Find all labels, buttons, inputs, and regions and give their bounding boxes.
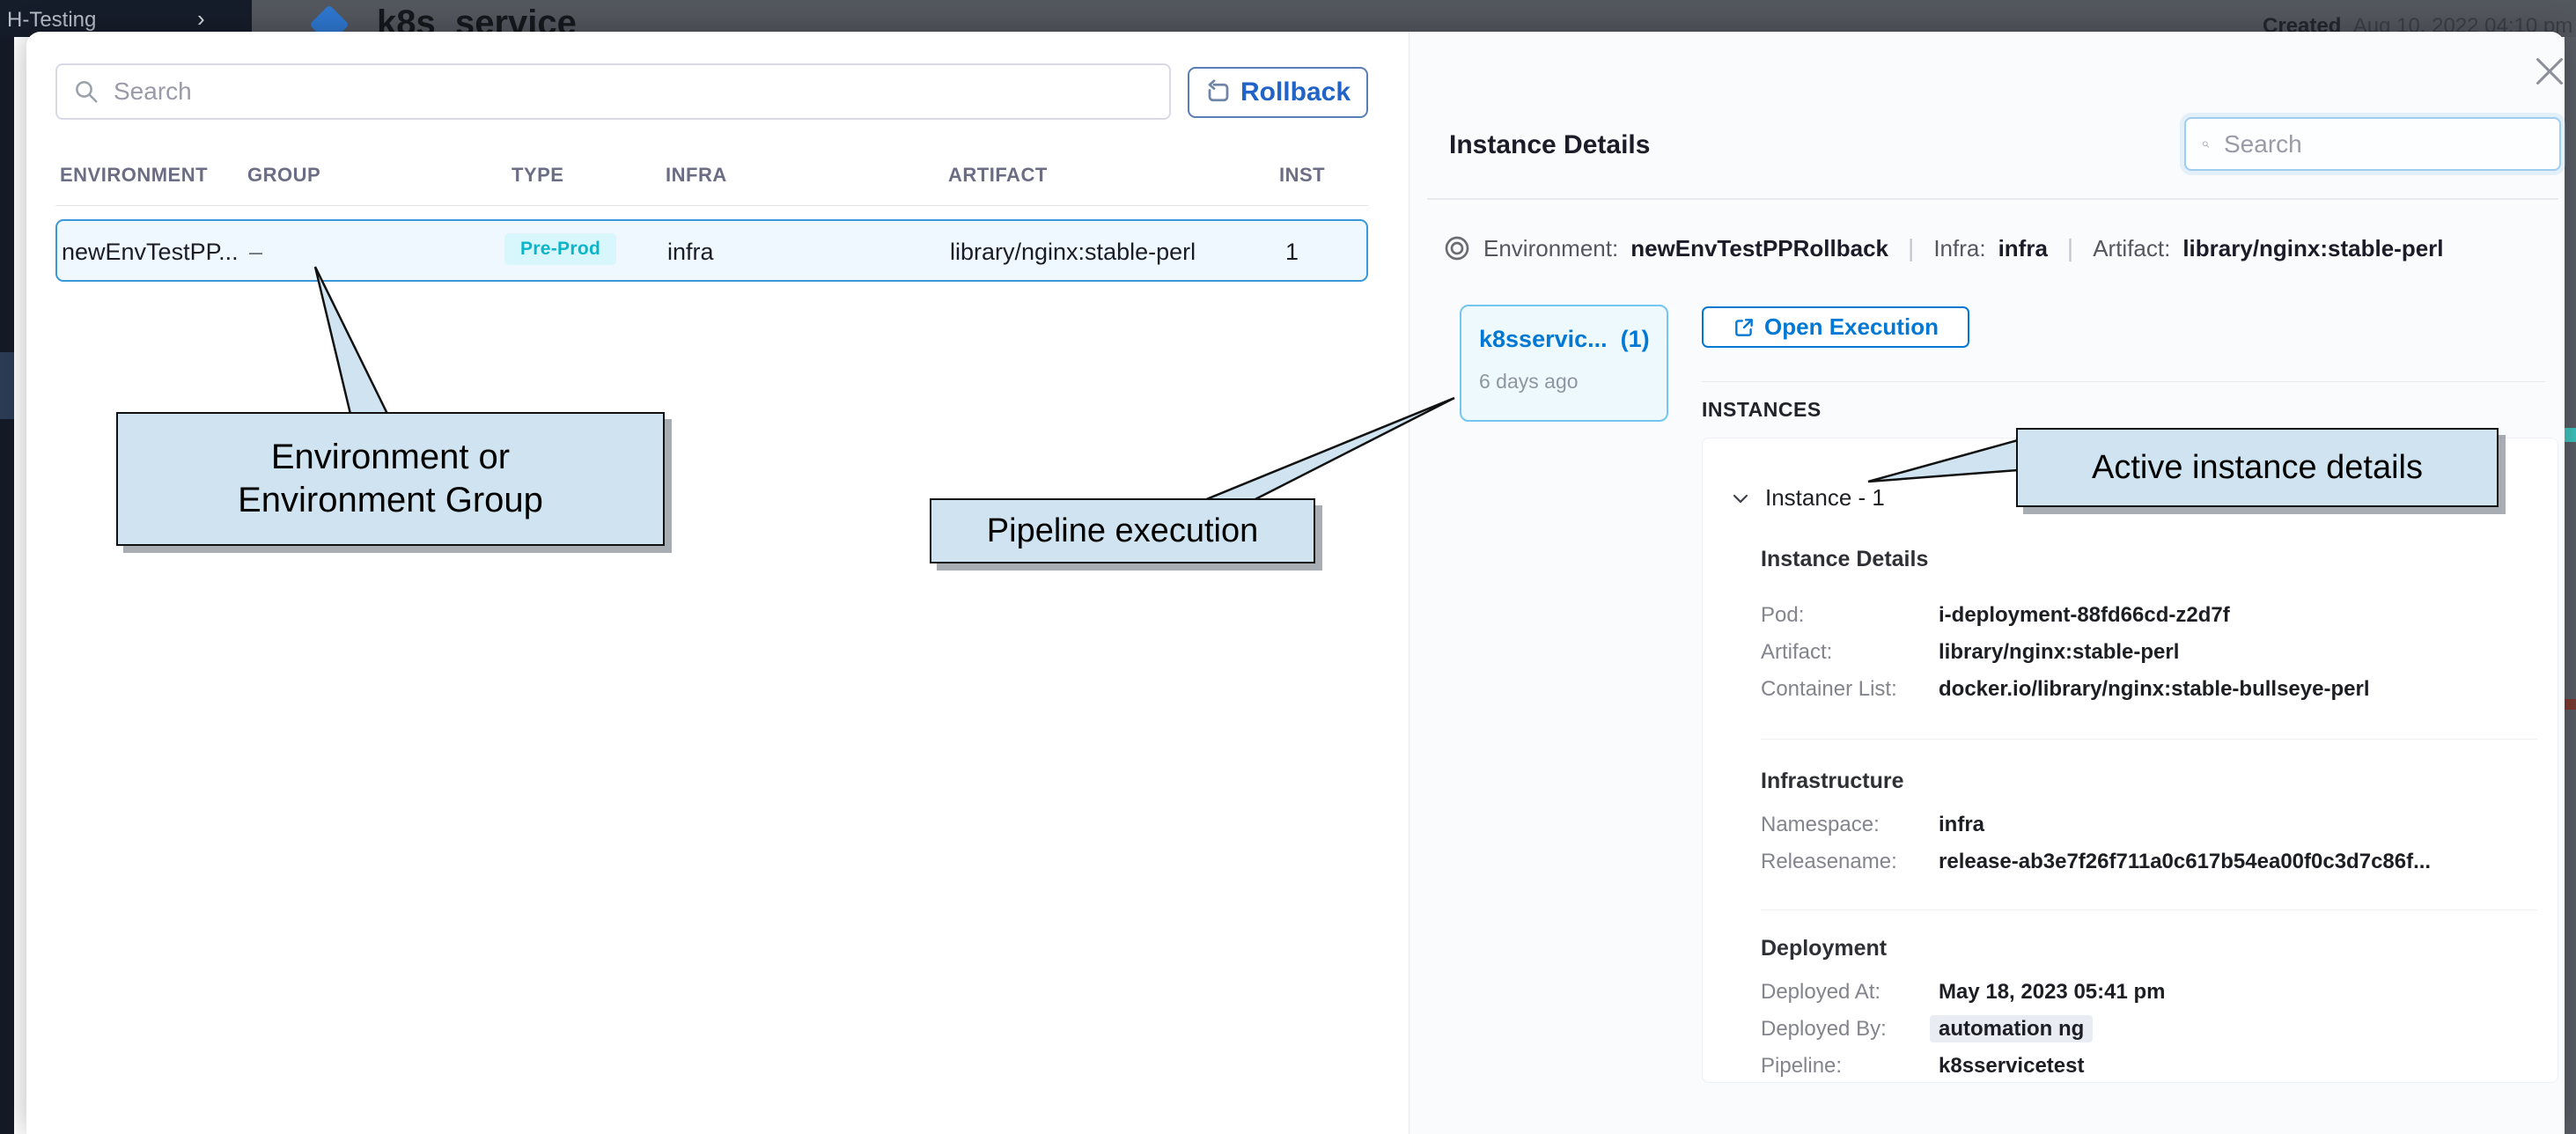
- open-execution-button[interactable]: Open Execution: [1702, 306, 1969, 348]
- instances-search-input[interactable]: [2222, 129, 2543, 159]
- open-execution-label: Open Execution: [1764, 313, 1939, 341]
- cell-infra: infra: [667, 239, 714, 266]
- infra-label: Infra:: [1933, 235, 1985, 262]
- execution-name: k8sservic... (1): [1479, 326, 1650, 353]
- instances-search[interactable]: [2184, 117, 2561, 171]
- deployed-at-value: May 18, 2023 05:41 pm: [1939, 980, 2166, 1005]
- callout-line: Environment Group: [238, 479, 543, 522]
- col-inst: INST: [1279, 164, 1325, 187]
- callout-line: Environment or: [271, 436, 510, 479]
- execution-count: (1): [1621, 326, 1650, 352]
- breadcrumb-chevron-icon: ›: [197, 5, 205, 33]
- col-artifact: ARTIFACT: [948, 164, 1048, 187]
- instances-divider: [1702, 381, 2545, 382]
- search-icon: [73, 78, 99, 105]
- rollback-label: Rollback: [1240, 77, 1351, 107]
- deployed-by-value: automation ng: [1939, 1017, 2093, 1042]
- col-environment: ENVIRONMENT: [60, 164, 208, 187]
- namespace-value: infra: [1939, 813, 1984, 837]
- panel-title: Instance Details: [1449, 130, 1650, 160]
- pipeline-value: k8sservicetest: [1939, 1054, 2084, 1079]
- instances-section-label: INSTANCES: [1702, 398, 1822, 422]
- cell-group: –: [249, 239, 262, 266]
- pod-label: Pod:: [1761, 603, 1804, 628]
- infra-value: infra: [1998, 235, 2048, 262]
- instance-title: Instance - 1: [1765, 484, 1885, 512]
- rollback-icon: [1205, 79, 1232, 106]
- col-infra: INFRA: [666, 164, 727, 187]
- separator: |: [2060, 234, 2080, 262]
- deployed-at-label: Deployed At:: [1761, 980, 1880, 1005]
- environment-label: Environment:: [1483, 235, 1618, 262]
- pod-value: i-deployment-88fd66cd-z2d7f: [1939, 603, 2230, 628]
- background-right-rail: [2565, 37, 2576, 1134]
- right-rail-teal-mark: [2565, 428, 2576, 442]
- section-heading-instance-details: Instance Details: [1761, 547, 1928, 572]
- section-heading-infrastructure: Infrastructure: [1761, 769, 1904, 794]
- cell-environment: newEnvTestPP...: [62, 239, 239, 266]
- close-icon[interactable]: [2529, 51, 2570, 92]
- namespace-label: Namespace:: [1761, 813, 1880, 837]
- deployed-by-label: Deployed By:: [1761, 1017, 1887, 1042]
- environment-target-icon: [1443, 234, 1471, 262]
- section-heading-deployment: Deployment: [1761, 936, 1887, 961]
- container-list-label: Container List:: [1761, 677, 1897, 702]
- releasename-label: Releasename:: [1761, 850, 1897, 874]
- background-sidenav-rail: [0, 37, 14, 1134]
- chevron-down-icon: [1730, 488, 1751, 509]
- external-link-icon: [1733, 316, 1755, 339]
- panel-header-divider: [1427, 198, 2558, 200]
- callout-line: Pipeline execution: [987, 512, 1258, 550]
- breadcrumb: H-Testing: [7, 8, 96, 33]
- table-header-divider: [55, 205, 1368, 206]
- environment-table-row[interactable]: newEnvTestPP... – Pre-Prod infra library…: [55, 219, 1368, 282]
- callout-pipeline-execution: Pipeline execution: [930, 498, 1315, 563]
- artifact-value: library/nginx:stable-perl: [2182, 235, 2443, 262]
- callout-active-instance: Active instance details: [2016, 428, 2499, 507]
- col-type: TYPE: [512, 164, 563, 187]
- sidenav-selected-item-sliver: [0, 352, 14, 419]
- execution-card[interactable]: k8sservic... (1) 6 days ago: [1460, 305, 1668, 422]
- cell-artifact: library/nginx:stable-perl: [950, 239, 1196, 266]
- col-group: GROUP: [247, 164, 320, 187]
- execution-time: 6 days ago: [1479, 370, 1579, 394]
- artifact-value: library/nginx:stable-perl: [1939, 640, 2179, 665]
- releasename-value: release-ab3e7f26f711a0c617b54ea00f0c3d7c…: [1939, 850, 2431, 874]
- callout-line: Active instance details: [2092, 449, 2423, 487]
- artifact-label: Artifact:: [2093, 235, 2170, 262]
- separator: |: [1901, 234, 1921, 262]
- environment-value: newEnvTestPPRollback: [1630, 235, 1888, 262]
- screen: H-Testing › k8s_service Created Aug 10, …: [0, 0, 2576, 1134]
- artifact-label: Artifact:: [1761, 640, 1832, 665]
- instance-details-panel: Instance Details Environment: newEnvTest…: [1409, 32, 2565, 1134]
- instances-modal: Rollback ENVIRONMENT GROUP TYPE INFRA AR…: [26, 32, 2565, 1134]
- rollback-button[interactable]: Rollback: [1188, 67, 1368, 118]
- callout-environment-group: Environment or Environment Group: [116, 412, 665, 546]
- environments-search-input[interactable]: [112, 77, 1153, 107]
- environments-search[interactable]: [55, 63, 1171, 120]
- instances-card: Instance - 1 Instance Details Pod: i-dep…: [1702, 438, 2558, 1083]
- section-divider: [1761, 909, 2537, 910]
- right-rail-red-mark: [2565, 699, 2576, 710]
- environment-summary: Environment: newEnvTestPPRollback | Infr…: [1443, 232, 2444, 264]
- instance-accordion-header[interactable]: Instance - 1: [1730, 484, 1885, 512]
- pre-prod-badge: Pre-Prod: [504, 233, 616, 265]
- pipeline-label: Pipeline:: [1761, 1054, 1842, 1079]
- container-list-value: docker.io/library/nginx:stable-bullseye-…: [1939, 677, 2369, 702]
- search-icon: [2202, 132, 2210, 157]
- section-divider: [1761, 739, 2537, 740]
- cell-inst: 1: [1285, 239, 1299, 266]
